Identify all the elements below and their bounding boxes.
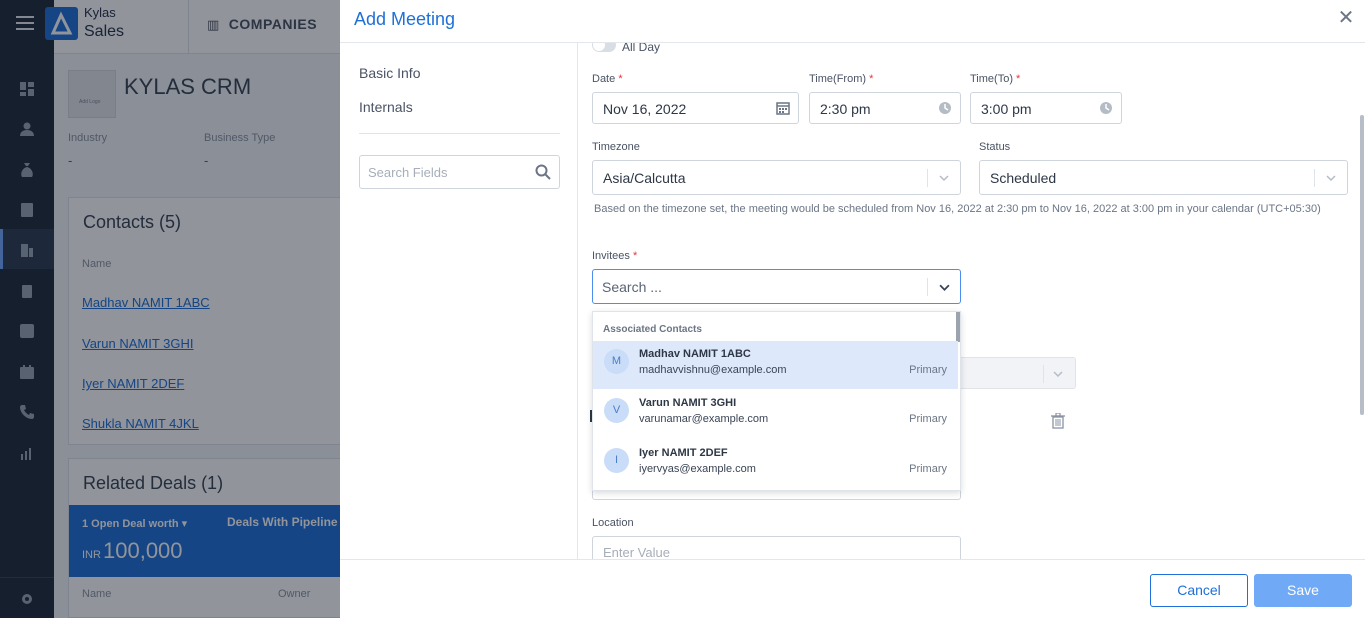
calendar-icon[interactable]	[776, 101, 790, 115]
time-from-value: 2:30 pm	[820, 101, 871, 117]
add-meeting-modal: Add Meeting ✕ Basic Info Internals All D…	[340, 0, 1365, 618]
invitees-dropdown: Associated Contacts M Madhav NAMIT 1ABC …	[592, 311, 961, 491]
modal-title: Add Meeting	[354, 9, 456, 29]
chevron-down-icon[interactable]	[1326, 173, 1336, 183]
time-from-field[interactable]: 2:30 pm	[809, 92, 961, 124]
all-day-label: All Day	[622, 43, 661, 54]
time-to-label: Time(To) *	[970, 73, 1021, 85]
modal-backdrop[interactable]	[0, 0, 340, 618]
select-separator	[927, 169, 928, 187]
chevron-down-icon[interactable]	[939, 282, 950, 293]
primary-tag: Primary	[909, 413, 947, 425]
dropdown-scrollbar[interactable]	[956, 312, 960, 342]
clock-icon[interactable]	[938, 101, 952, 115]
clock-icon[interactable]	[1099, 101, 1113, 115]
trash-icon[interactable]	[1051, 413, 1065, 429]
timezone-value: Asia/Calcutta	[603, 170, 686, 186]
nav-basic-info[interactable]: Basic Info	[359, 65, 420, 81]
location-label: Location	[592, 517, 634, 529]
select-separator	[1314, 169, 1315, 187]
invitees-label: Invitees *	[592, 250, 638, 262]
hidden-select-field	[944, 357, 1076, 389]
meeting-form: All Day Date * Nov 16, 2022 Time(From) *…	[578, 43, 1365, 559]
dropdown-group-header: Associated Contacts	[603, 324, 702, 335]
chevron-down-icon	[1053, 371, 1063, 378]
close-icon[interactable]: ✕	[1336, 8, 1356, 28]
nav-internals[interactable]: Internals	[359, 99, 413, 115]
search-icon[interactable]	[535, 164, 551, 180]
status-value: Scheduled	[990, 170, 1057, 186]
date-label: Date *	[592, 73, 623, 85]
avatar: M	[604, 349, 629, 374]
invitee-name: Varun NAMIT 3GHI	[639, 397, 737, 409]
section-nav: Basic Info Internals	[340, 43, 578, 559]
timezone-label: Timezone	[592, 141, 640, 153]
all-day-toggle[interactable]	[592, 43, 616, 52]
invitees-search-input[interactable]	[602, 277, 922, 297]
invitees-select[interactable]	[592, 269, 961, 304]
modal-footer: Cancel Save	[340, 559, 1365, 618]
status-select[interactable]: Scheduled	[979, 160, 1348, 195]
location-field	[592, 536, 961, 559]
invitee-option[interactable]: I Iyer NAMIT 2DEF iyervyas@example.com P…	[593, 440, 958, 488]
invitee-email: madhavvishnu@example.com	[639, 364, 787, 376]
location-input[interactable]	[593, 537, 953, 559]
invitee-email: iyervyas@example.com	[639, 463, 756, 475]
save-button[interactable]: Save	[1254, 574, 1352, 607]
primary-tag: Primary	[909, 364, 947, 376]
avatar: I	[604, 448, 629, 473]
date-field[interactable]: Nov 16, 2022	[592, 92, 799, 124]
timezone-select[interactable]: Asia/Calcutta	[592, 160, 961, 195]
time-to-value: 3:00 pm	[981, 101, 1032, 117]
invitee-name: Iyer NAMIT 2DEF	[639, 447, 728, 459]
chevron-down-icon[interactable]	[939, 173, 949, 183]
invitee-name: Madhav NAMIT 1ABC	[639, 348, 751, 360]
time-to-field[interactable]: 3:00 pm	[970, 92, 1122, 124]
status-label: Status	[979, 141, 1011, 153]
timezone-note: Based on the timezone set, the meeting w…	[594, 203, 1321, 215]
search-fields-box	[359, 155, 560, 189]
invitee-email: varunamar@example.com	[639, 413, 769, 425]
date-value: Nov 16, 2022	[603, 101, 687, 117]
cancel-button[interactable]: Cancel	[1150, 574, 1248, 607]
form-scrollbar[interactable]	[1360, 115, 1364, 415]
primary-tag: Primary	[909, 463, 947, 475]
invitee-option[interactable]: M Madhav NAMIT 1ABC madhavvishnu@example…	[593, 341, 958, 389]
invitee-option[interactable]: V Varun NAMIT 3GHI varunamar@example.com…	[593, 390, 958, 438]
time-from-label: Time(From) *	[809, 73, 874, 85]
nav-divider	[359, 133, 560, 134]
avatar: V	[604, 398, 629, 423]
select-separator	[927, 278, 928, 296]
search-fields-input[interactable]	[360, 156, 525, 188]
